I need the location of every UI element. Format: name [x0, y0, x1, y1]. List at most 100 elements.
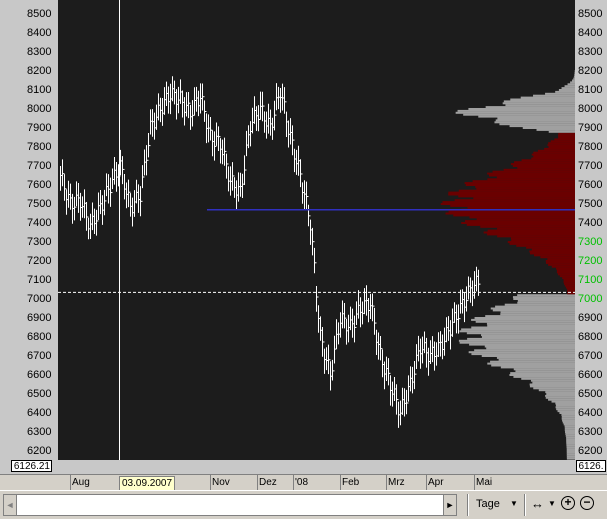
price-tick-label-left: 7100: [27, 274, 51, 286]
cursor-date-label: 03.09.2007: [119, 476, 175, 491]
month-label: Mrz: [388, 477, 405, 488]
volume-profile-bar: [549, 131, 575, 133]
volume-profile-bar: [565, 427, 575, 429]
price-tick-label-left: 6900: [27, 312, 51, 324]
volume-profile-bar: [465, 220, 575, 222]
zoom-out-icon[interactable]: −: [580, 496, 594, 510]
volume-profile-bar: [468, 108, 575, 110]
volume-profile-bar: [486, 106, 575, 108]
price-tick-label-right: 6800: [578, 331, 602, 343]
volume-profile-bar: [505, 304, 575, 306]
month-tick: [340, 475, 341, 491]
volume-profile-bar: [555, 91, 575, 93]
price-tick-label-left: 8000: [27, 103, 51, 115]
volume-profile-bar: [546, 393, 575, 395]
volume-profile-bar: [514, 161, 575, 163]
volume-profile-bar: [515, 370, 575, 372]
volume-profile-bar: [564, 281, 575, 283]
price-tick-label-right: 8100: [578, 84, 602, 96]
volume-profile-bar: [538, 150, 575, 152]
volume-profile-bar: [521, 378, 575, 380]
month-label: Mai: [476, 477, 492, 488]
volume-profile-bar: [514, 368, 575, 370]
volume-profile-bar: [565, 85, 575, 87]
volume-profile-bar: [501, 311, 575, 313]
timeframe-dropdown-icon[interactable]: ▼: [510, 495, 518, 513]
volume-profile-bar: [548, 399, 575, 401]
volume-profile-bar: [510, 243, 575, 245]
month-label: '08: [295, 477, 308, 488]
volume-profile-bar: [564, 423, 575, 425]
volume-profile-bar: [533, 152, 575, 154]
volume-profile-bar: [471, 353, 575, 355]
price-tick-label-right: 7000: [578, 293, 602, 305]
price-tick-label-left: 8500: [27, 8, 51, 20]
volume-profile-bar: [449, 211, 575, 213]
volume-profile-bar: [545, 93, 575, 95]
volume-profile-bar: [517, 294, 575, 296]
volume-profile-bar: [566, 441, 575, 443]
volume-profile-bar: [552, 266, 575, 268]
horizontal-scrollbar[interactable]: [16, 494, 444, 516]
volume-profile-bar: [565, 429, 575, 431]
volume-profile-bar: [556, 268, 575, 270]
volume-profile-bar: [461, 328, 575, 330]
pan-icon[interactable]: ↔: [531, 495, 544, 513]
price-tick-label-right: 7600: [578, 179, 602, 191]
volume-profile-bar: [487, 178, 575, 180]
volume-profile-bar: [497, 118, 575, 120]
current-price-label-right: 6126.: [576, 460, 606, 472]
volume-profile-bar: [465, 182, 575, 184]
scroll-right-button[interactable]: ►: [443, 494, 457, 516]
volume-profile-bar: [487, 323, 575, 325]
volume-profile-bar: [532, 249, 575, 251]
volume-profile-bar: [530, 252, 575, 254]
volume-profile-bar: [485, 315, 575, 317]
volume-profile-bar: [491, 308, 575, 310]
volume-profile-bar: [546, 260, 575, 262]
volume-profile-bar: [513, 296, 575, 298]
price-tick-label-left: 7500: [27, 198, 51, 210]
price-tick-label-right: 8300: [578, 46, 602, 58]
volume-profile-bar: [481, 334, 575, 336]
volume-profile-bar: [475, 317, 575, 319]
month-label: Nov: [212, 477, 230, 488]
volume-profile-bar: [504, 100, 575, 102]
volume-profile-bar: [567, 289, 575, 291]
volume-profile-bar: [548, 142, 575, 144]
volume-profile-bar: [533, 95, 575, 97]
scroll-left-button[interactable]: ◄: [3, 494, 17, 516]
volume-profile-bar: [558, 137, 575, 139]
volume-profile-bar: [554, 138, 575, 140]
volume-profile-bar: [551, 140, 575, 142]
volume-profile-bar: [467, 224, 575, 226]
current-price-label-left: 6126.21: [11, 460, 52, 472]
volume-profile-bar: [442, 201, 575, 203]
volume-profile-bar: [497, 357, 575, 359]
volume-profile-bar: [546, 397, 575, 399]
volume-profile-bar: [557, 270, 575, 272]
price-tick-label-right: 8000: [578, 103, 602, 115]
volume-profile-bar: [490, 361, 575, 363]
zoom-in-icon[interactable]: +: [561, 496, 575, 510]
price-chart[interactable]: [0, 0, 607, 474]
price-tick-label-right: 7300: [578, 236, 602, 248]
toolbar-separator: [467, 494, 469, 516]
volume-profile-bar: [562, 277, 575, 279]
volume-profile-bar: [511, 239, 575, 241]
pan-dropdown-icon[interactable]: ▼: [548, 495, 556, 513]
volume-profile-bar: [463, 114, 575, 116]
price-tick-label-left: 7300: [27, 236, 51, 248]
volume-profile-bar: [565, 433, 575, 435]
volume-profile-bar: [510, 125, 575, 127]
volume-profile-bar: [567, 456, 575, 458]
volume-profile-bar: [557, 271, 575, 273]
price-tick-label-left: 7400: [27, 217, 51, 229]
volume-profile-bar: [487, 325, 575, 327]
volume-profile-bar: [567, 446, 575, 448]
chart-area[interactable]: 6126.21 6126. 85008500840084008300830082…: [0, 0, 607, 474]
volume-profile-bar: [558, 410, 575, 412]
volume-profile-bar: [533, 156, 575, 158]
volume-profile-bar: [566, 287, 575, 289]
volume-profile-bar: [461, 222, 575, 224]
